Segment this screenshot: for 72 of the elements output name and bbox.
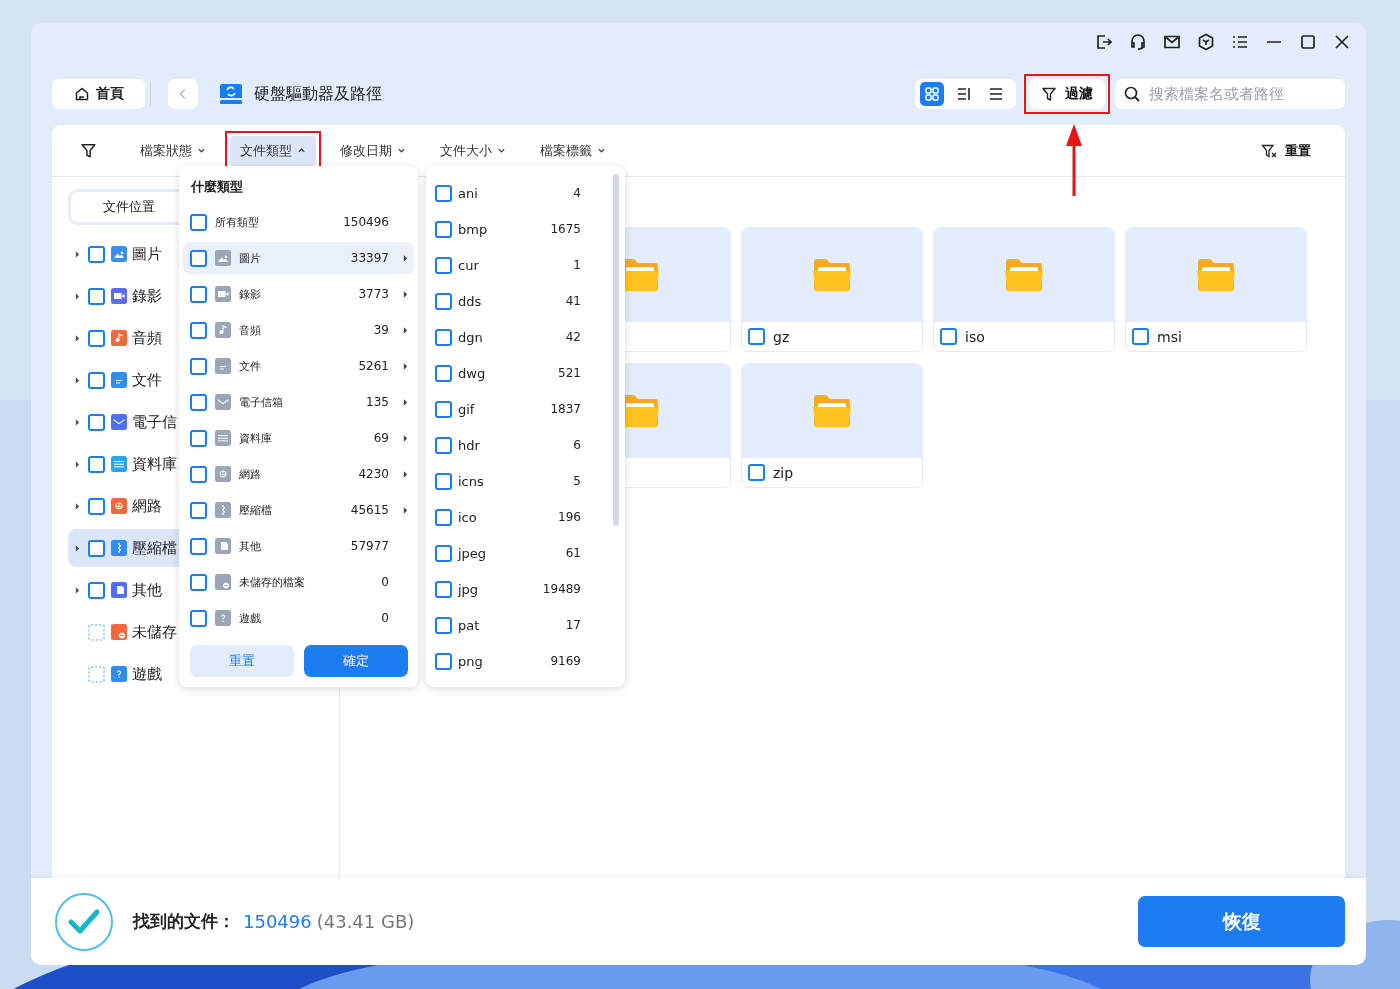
file-name: msi [1157,328,1182,345]
extension-label: gif [458,401,475,417]
type-count: 69 [372,431,389,445]
type-label: 音頻 [239,322,261,338]
type-label: 其他 [239,538,261,554]
extension-count: 196 [557,510,581,524]
extension-count: 41 [564,294,581,308]
type-label: 資料庫 [239,430,272,446]
file-name: gz [773,328,790,345]
extension-label: dwg [458,365,486,381]
type-label: 圖片 [239,250,261,266]
extension-count: 6 [572,438,581,452]
extension-count: 9169 [549,654,581,668]
type-count: 0 [380,611,389,625]
type-count: 4230 [357,467,389,481]
extension-count: 1837 [549,402,581,416]
tree-label: 其他 [132,580,162,600]
file-name: zip [773,464,794,481]
extension-count: 61 [564,546,581,560]
found-label: 找到的文件： [133,910,235,933]
extension-count: 17 [564,618,581,632]
type-label: 錄影 [239,286,261,302]
extension-label: png [458,653,483,669]
extension-count: 42 [564,330,581,344]
tree-label: 壓縮檔 [132,538,177,558]
extension-count: 4 [572,186,581,200]
type-count: 3773 [357,287,389,301]
extension-count: 5 [572,474,581,488]
extension-label: cur [458,257,479,273]
extension-label: jpg [458,581,479,597]
type-count: 150496 [342,215,389,229]
type-label: 壓縮檔 [239,502,272,518]
extension-label: bmp [458,221,488,237]
type-label: 網路 [239,466,261,482]
tree-label: 文件 [132,370,162,390]
tree-label: 網路 [132,496,162,516]
found-size: (43.41 GB) [316,911,415,932]
extension-count: 1675 [549,222,581,236]
tree-label: 電子信 [132,412,177,432]
tree-label: 錄影 [132,286,162,306]
extension-label: hdr [458,437,480,453]
extension-label: dds [458,293,482,309]
type-count: 33397 [349,251,389,265]
extension-label: pat [458,617,480,633]
extension-label: ani [458,185,478,201]
type-count: 39 [372,323,389,337]
type-label: 所有類型 [215,214,259,230]
type-count: 0 [380,575,389,589]
type-count: 5261 [357,359,389,373]
extension-label: ico [458,509,477,525]
found-count: 150496 [243,911,312,932]
type-count: 135 [365,395,389,409]
location-title: 硬盤驅動器及路徑 [254,83,382,105]
type-label: 未儲存的檔案 [239,574,305,590]
extension-count: 19489 [541,582,581,596]
type-label: 遊戲 [239,610,261,626]
extension-label: jpeg [458,545,487,561]
type-label: 電子信箱 [239,394,283,410]
tree-label: 音頻 [132,328,162,348]
tree-label: 未儲存 [132,622,177,642]
type-count: 45615 [349,503,389,517]
extension-label: icns [458,473,484,489]
type-label: 文件 [239,358,261,374]
menu-title: 什麼類型 [189,178,244,196]
tree-label: 遊戲 [132,664,162,684]
extension-count: 521 [557,366,581,380]
type-count: 57977 [349,539,389,553]
tree-label: 圖片 [132,244,162,264]
extension-label: dgn [458,329,483,345]
file-name: iso [965,328,985,345]
extension-count: 1 [572,258,581,272]
tree-label: 資料庫 [132,454,177,474]
